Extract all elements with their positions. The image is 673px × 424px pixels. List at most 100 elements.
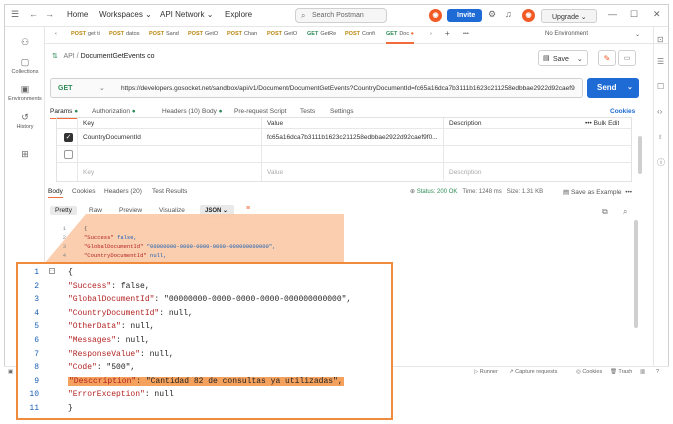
settings-gear-icon[interactable]: ⚙ (488, 9, 496, 20)
sidebar-item-collections[interactable]: ▢ Collections (5, 57, 45, 75)
tab-more-icon[interactable]: ••• (463, 31, 469, 37)
view-preview[interactable]: Preview (114, 206, 147, 215)
invite-button[interactable]: Invite (447, 9, 482, 22)
new-tab-plus-icon[interactable]: + (445, 29, 450, 38)
tab-8-active[interactable]: GET Doc ● (386, 27, 414, 44)
request-tabs: ‹ POST get ti POST datos POST Sand POST GetO… (45, 27, 668, 44)
nav-explore[interactable]: Explore (225, 10, 252, 19)
menu-icon[interactable]: ☰ (11, 9, 19, 20)
method-select[interactable]: GET (58, 85, 72, 92)
tab-test-results[interactable]: Test Results (152, 188, 187, 195)
copy-icon[interactable]: ⧉ (602, 207, 608, 217)
runner-button[interactable]: ▷ Runner (474, 369, 498, 375)
view-pretty[interactable]: Pretty (50, 206, 77, 215)
sidebar-item-apps[interactable]: ⊞ (5, 149, 45, 161)
chevron-down-icon[interactable]: ⌄ (627, 83, 633, 91)
upgrade-button[interactable]: Upgrade ⌄ (541, 9, 597, 23)
grid-icon: ⊞ (21, 149, 29, 159)
scrollbar[interactable] (638, 136, 642, 174)
description-input[interactable]: Description (449, 169, 482, 176)
wrap-lines-icon[interactable]: ≡ (246, 205, 250, 212)
sidebar-item-history[interactable]: ↺ History (5, 112, 45, 130)
documentation-icon[interactable]: ☰ (657, 57, 664, 66)
view-raw[interactable]: Raw (84, 206, 107, 215)
forward-arrow-icon[interactable]: → (45, 9, 54, 19)
tab-5[interactable]: POST GetO (267, 31, 297, 37)
search-input[interactable]: ⌕ Search Postman (295, 8, 387, 23)
tab-authorization[interactable]: Authorization ● (92, 108, 136, 115)
response-scrollbar[interactable] (634, 220, 638, 328)
tab-0[interactable]: POST get ti (71, 31, 100, 37)
sidebar-item-environments[interactable]: ▣ Environments (5, 84, 45, 102)
back-arrow-icon[interactable]: ← (29, 9, 38, 19)
edit-pencil-icon[interactable]: ✎ (598, 50, 616, 66)
url-input[interactable]: https://developers.gosocket.net/sandbox/… (121, 85, 581, 92)
value-input[interactable]: Value (267, 169, 283, 176)
nav-workspaces[interactable]: Workspaces ⌄ (99, 10, 152, 19)
tab-2[interactable]: POST Sand (149, 31, 179, 37)
layout-icon[interactable]: ▥ (640, 369, 645, 375)
bulk-edit-link[interactable]: ••• Bulk Edit (585, 120, 619, 127)
tab-3[interactable]: POST GetO (188, 31, 218, 37)
save-button[interactable]: ▤ Save ⌄ (538, 50, 588, 66)
breadcrumb: ⇅ API / DocumentGetEvents co (52, 53, 155, 60)
sidebar-toggle-icon[interactable]: ▣ (8, 369, 13, 375)
response-time[interactable]: Time: 1248 ms (462, 189, 501, 195)
info-icon[interactable]: ⓘ (657, 157, 665, 168)
save-as-example-button[interactable]: ▤ Save as Example ••• (563, 188, 632, 196)
avatar[interactable]: ◉ (522, 9, 535, 22)
team-icon: ⚇ (20, 37, 30, 47)
bell-icon[interactable]: ♫ (505, 9, 512, 19)
tab-response-cookies[interactable]: Cookies (72, 188, 95, 195)
environment-select[interactable]: No Environment ⌄ (539, 30, 649, 41)
param-checkbox[interactable] (64, 150, 73, 159)
params-header-row: Key Value Description ••• Bulk Edit (57, 118, 631, 129)
nav-home[interactable]: Home (67, 10, 88, 19)
minimize-icon[interactable]: — (608, 9, 617, 19)
env-quicklook-icon[interactable]: ⊡ (657, 35, 664, 44)
send-button[interactable]: Send ⌄ (587, 78, 639, 98)
code-line: 3 "GlobalDocumentId" "00000000-0000-0000-… (62, 243, 276, 250)
chevron-down-icon[interactable]: ⌄ (99, 84, 105, 92)
tab-settings[interactable]: Settings (330, 108, 354, 115)
top-bar: ☰ ← → Home Workspaces ⌄ API Network ⌄ Ex… (5, 5, 668, 27)
lightbulb-icon[interactable]: ♁ (657, 132, 663, 141)
tab-headers[interactable]: Headers (10) (162, 108, 200, 115)
tab-scroll-right-icon[interactable]: › (430, 31, 432, 37)
param-checkbox[interactable]: ✓ (64, 133, 73, 142)
table-row-new: Key Value Description (57, 163, 631, 181)
close-icon[interactable]: ✕ (653, 9, 661, 20)
sidebar-item-team[interactable]: ⚇ (5, 37, 45, 49)
tab-6[interactable]: GET GetRe (307, 31, 336, 37)
tab-scroll-left-icon[interactable]: ‹ (55, 31, 57, 37)
key-input[interactable]: Key (83, 169, 94, 176)
maximize-icon[interactable]: ☐ (630, 9, 638, 20)
capture-requests-button[interactable]: ↗ Capture requests (509, 369, 557, 375)
tab-7[interactable]: POST Confi (345, 31, 375, 37)
tab-1[interactable]: POST datos (109, 31, 139, 37)
view-visualize[interactable]: Visualize (154, 206, 190, 215)
tab-response-headers[interactable]: Headers (20) (104, 188, 142, 195)
tab-body[interactable]: Body ● (202, 108, 223, 115)
table-row: ✓ CountryDocumentId fc65a16dca7b3111b162… (57, 129, 631, 146)
document-icon[interactable]: ▭ (618, 50, 636, 66)
comments-icon[interactable]: ☐ (657, 82, 664, 91)
url-bar: GET ⌄ https://developers.gosocket.net/sa… (50, 78, 583, 98)
code-line: 1{ (34, 268, 73, 277)
tab-prerequest[interactable]: Pre-request Script (234, 108, 286, 115)
trash-button[interactable]: 🗑 Trash (610, 369, 632, 375)
tab-response-body[interactable]: Body (48, 188, 63, 198)
code-icon[interactable]: ‹› (657, 107, 662, 116)
nav-api-network[interactable]: API Network ⌄ (160, 10, 213, 19)
cookies-link[interactable]: Cookies (610, 108, 635, 115)
tab-tests[interactable]: Tests (300, 108, 315, 115)
status-badge[interactable]: Status: 200 OK (417, 189, 458, 195)
code-line-highlighted: 9 "Desccription": "Cantidad 82 de consult… (34, 376, 344, 386)
response-size[interactable]: Size: 1.31 KB (507, 189, 543, 195)
tab-4[interactable]: POST Chan (227, 31, 257, 37)
help-icon[interactable]: ? (656, 369, 659, 375)
code-line: 3 "GlobalDocumentId": "00000000-0000-0000… (34, 295, 352, 305)
search-icon[interactable]: ⌕ (623, 207, 627, 217)
cookies-button[interactable]: ◎ Cookies (576, 369, 602, 375)
code-line: 4 "CountryDocumentId" null, (62, 252, 167, 259)
